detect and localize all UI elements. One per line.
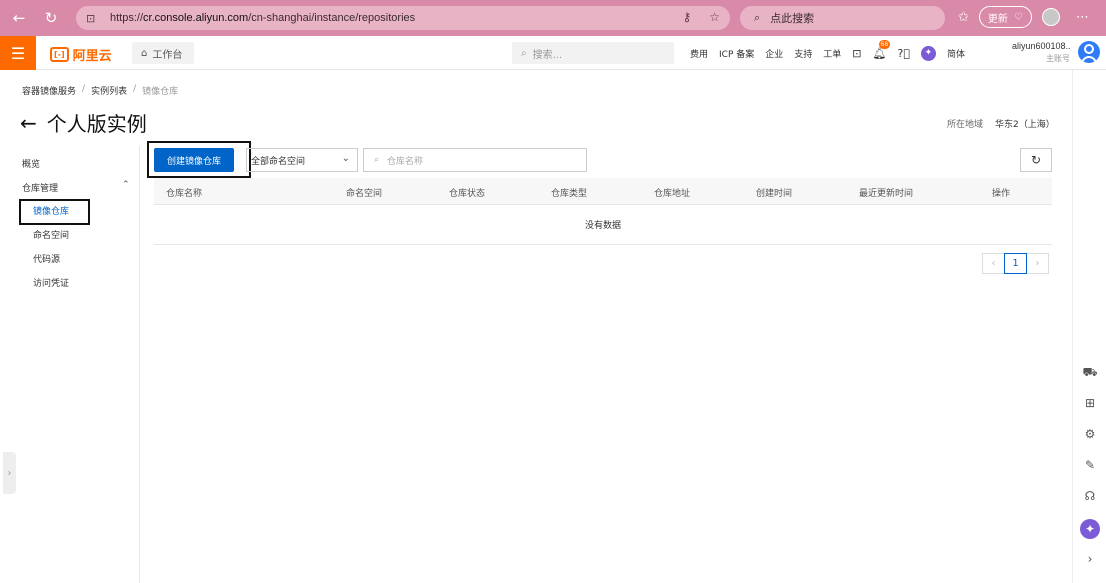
column-header: 仓库名称 — [166, 189, 203, 199]
address-bar[interactable]: ⊡ https://cr.console.aliyun.com/cn-shang… — [76, 6, 730, 30]
notification-badge: 68 — [878, 39, 891, 49]
workbench-label: 工作台 — [152, 49, 183, 61]
region-label: 所在地域 — [947, 120, 984, 130]
account-name: aliyun600108... — [1012, 41, 1070, 51]
reload-icon[interactable]: ↻ — [38, 5, 64, 31]
back-arrow-icon[interactable]: ← — [20, 111, 37, 135]
region-value: 华东2（上海） — [995, 120, 1055, 130]
breadcrumb-separator: / — [82, 84, 86, 94]
repo-name-search-input[interactable]: ⌕ 仓库名称 — [363, 148, 587, 172]
breadcrumb-separator: / — [133, 84, 137, 94]
nav-enterprise[interactable]: 企业 — [765, 47, 783, 60]
bell-icon[interactable]: 🔔︎ 68 — [873, 39, 891, 60]
browser-search-box[interactable]: ⌕ 点此搜索 — [740, 6, 945, 30]
right-tool-rail: ⛟ ⊞ ⚙ ✎ ☊ ✦ › — [1072, 70, 1106, 583]
pagination-prev-button[interactable]: ‹ — [982, 253, 1005, 274]
pagination: ‹ 1 › — [982, 253, 1049, 274]
column-header: 操作 — [992, 189, 1011, 199]
column-header: 仓库类型 — [551, 189, 588, 199]
pagination-page-1[interactable]: 1 — [1004, 253, 1027, 274]
column-header: 仓库状态 — [449, 189, 486, 199]
column-header: 创建时间 — [756, 189, 793, 199]
terminal-icon[interactable]: ⊡ — [852, 47, 861, 60]
avatar[interactable] — [1078, 41, 1100, 63]
table-empty-state: 没有数据 — [154, 205, 1052, 245]
sidebar-group-repo-management[interactable]: 仓库管理 — [22, 181, 58, 194]
highlight-box-create-button — [147, 141, 251, 178]
sidebar-item-access-credentials[interactable]: 访问凭证 — [33, 276, 69, 289]
nav-icp[interactable]: ICP 备案 — [719, 47, 754, 60]
search-icon: ⌕ — [754, 11, 761, 24]
gear-icon[interactable]: ⚙ — [1073, 427, 1106, 441]
sidebar-collapse-handle[interactable]: › — [3, 452, 16, 494]
refresh-icon: ↻ — [1030, 153, 1042, 167]
ai-assistant-icon[interactable]: ✦ — [1080, 519, 1100, 539]
region-info: 所在地域 华东2（上海） — [947, 117, 1055, 130]
workbench-button[interactable]: ⌂ 工作台 — [132, 42, 194, 64]
url-text: https://cr.console.aliyun.com/cn-shangha… — [110, 12, 416, 24]
logo-text: 阿里云 — [72, 49, 112, 64]
repo-search-placeholder: 仓库名称 — [387, 156, 424, 167]
calculator-icon[interactable]: ⊞ — [1073, 396, 1106, 410]
favorite-star-icon[interactable]: ☆ — [709, 10, 720, 24]
site-info-icon[interactable]: ⊡ — [86, 12, 104, 25]
nav-support[interactable]: 支持 — [794, 47, 812, 60]
top-nav: 费用 ICP 备案 企业 支持 工单 ⊡ 🔔︎ 68 ?⃝ ✦ 简体 — [690, 36, 965, 70]
update-label: 更新 — [987, 13, 1008, 25]
table-header: 仓库名称 命名空间 仓库状态 仓库类型 仓库地址 创建时间 最近更新时间 操作 — [154, 178, 1052, 205]
ai-assistant-icon[interactable]: ✦ — [920, 45, 936, 61]
language-switch[interactable]: 简体 — [947, 47, 965, 60]
namespace-select[interactable]: 全部命名空间 ⌄ — [246, 148, 358, 172]
browser-search-placeholder: 点此搜索 — [770, 12, 815, 25]
account-role: 主账号 — [1046, 54, 1070, 63]
headset-icon[interactable]: ☊ — [1073, 489, 1106, 503]
column-header: 最近更新时间 — [859, 189, 914, 199]
key-icon[interactable]: ⚷ — [682, 10, 691, 24]
search-icon: ⌕ — [521, 47, 527, 59]
column-header: 命名空间 — [346, 189, 383, 199]
console-search-input[interactable]: ⌕ 搜索... — [512, 42, 674, 64]
page-title-text: 个人版实例 — [46, 112, 147, 136]
menu-hamburger-icon[interactable]: ☰ — [0, 36, 36, 70]
account-info[interactable]: aliyun600108... 主账号 — [1012, 41, 1070, 64]
edit-icon[interactable]: ✎ — [1073, 458, 1106, 472]
page-title: ← 个人版实例 — [20, 108, 147, 137]
breadcrumb-item-service[interactable]: 容器镜像服务 — [22, 84, 76, 97]
nav-ticket[interactable]: 工单 — [823, 47, 841, 60]
chevron-up-icon[interactable]: ⌃ — [122, 180, 130, 190]
browser-profile-avatar[interactable] — [1041, 8, 1060, 26]
update-heart-icon: ♡ — [1013, 11, 1023, 23]
favorites-icon[interactable]: ✩ — [958, 10, 969, 25]
home-icon: ⌂ — [141, 47, 148, 59]
breadcrumb-item-current: 镜像仓库 — [142, 87, 179, 97]
sidebar-item-namespaces[interactable]: 命名空间 — [33, 228, 69, 241]
cart-icon[interactable]: ⛟ — [1073, 365, 1106, 381]
sidebar-item-code-source[interactable]: 代码源 — [33, 252, 60, 265]
logo-mark-icon: [-] — [50, 47, 69, 62]
help-icon[interactable]: ?⃝ — [897, 47, 909, 60]
console-search-placeholder: 搜索... — [532, 49, 563, 61]
nav-fees[interactable]: 费用 — [690, 47, 708, 60]
refresh-button[interactable]: ↻ — [1020, 148, 1052, 172]
sidebar-item-overview[interactable]: 概览 — [22, 157, 40, 170]
namespace-select-value: 全部命名空间 — [251, 156, 306, 167]
breadcrumb: 容器镜像服务 / 实例列表 / 镜像仓库 — [22, 84, 178, 97]
column-header: 仓库地址 — [654, 189, 691, 199]
back-arrow-icon[interactable]: ← — [6, 5, 32, 31]
chevron-down-icon: ⌄ — [341, 153, 350, 164]
highlight-box-image-repos — [19, 199, 90, 225]
more-menu-icon[interactable]: ⋯ — [1076, 10, 1089, 25]
pagination-next-button[interactable]: › — [1026, 253, 1049, 274]
search-icon: ⌕ — [374, 155, 380, 165]
breadcrumb-item-instances[interactable]: 实例列表 — [91, 84, 127, 97]
update-button[interactable]: 更新 ♡ — [978, 6, 1032, 28]
console-topbar: ☰ [-] 阿里云 ⌂ 工作台 ⌕ 搜索... 费用 ICP 备案 企业 支持 … — [0, 36, 1106, 70]
aliyun-logo[interactable]: [-] 阿里云 — [50, 45, 112, 64]
chevron-right-icon[interactable]: › — [1073, 552, 1106, 566]
